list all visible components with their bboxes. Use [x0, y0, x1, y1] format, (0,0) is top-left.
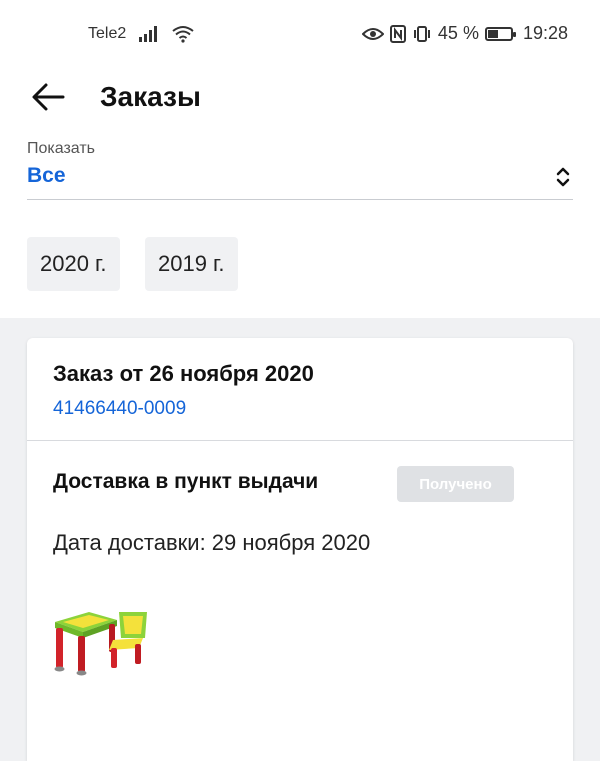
year-chip-2020[interactable]: 2020 г.: [27, 237, 120, 291]
orders-header: Заказы Показать Все 2020 г. 2019 г.: [0, 70, 600, 318]
nfc-icon: [389, 24, 406, 43]
order-number-link[interactable]: 41466440-0009: [53, 398, 186, 420]
order-card[interactable]: Заказ от 26 ноября 2020 41466440-0009 До…: [27, 338, 573, 761]
battery-percent: 45 %: [437, 23, 479, 43]
back-arrow-icon[interactable]: [30, 82, 66, 112]
filter-label: Показать: [27, 140, 96, 157]
filter-select[interactable]: Все: [27, 164, 66, 188]
year-chip-2019[interactable]: 2019 г.: [145, 237, 238, 291]
battery-icon: [484, 26, 516, 41]
status-bar: Tele2 45 % 19:28: [0, 0, 600, 70]
clock: 19:28: [522, 23, 568, 43]
delivery-type: Доставка в пункт выдачи: [53, 470, 319, 493]
product-thumbnail-table-chair[interactable]: [51, 608, 151, 676]
filter-underline: [27, 199, 573, 200]
chevron-up-down-icon[interactable]: [556, 165, 570, 189]
signal-icon: [139, 26, 158, 42]
delivery-date: Дата доставки: 29 ноября 2020: [53, 530, 371, 555]
page-title: Заказы: [100, 81, 201, 112]
status-badge: Получено: [397, 466, 514, 502]
carrier-name: Tele2: [88, 25, 127, 42]
order-title: Заказ от 26 ноября 2020: [53, 361, 314, 386]
card-divider: [27, 440, 573, 441]
eye-icon: [361, 27, 384, 40]
wifi-icon: [172, 26, 194, 43]
vibrate-icon: [413, 25, 430, 42]
